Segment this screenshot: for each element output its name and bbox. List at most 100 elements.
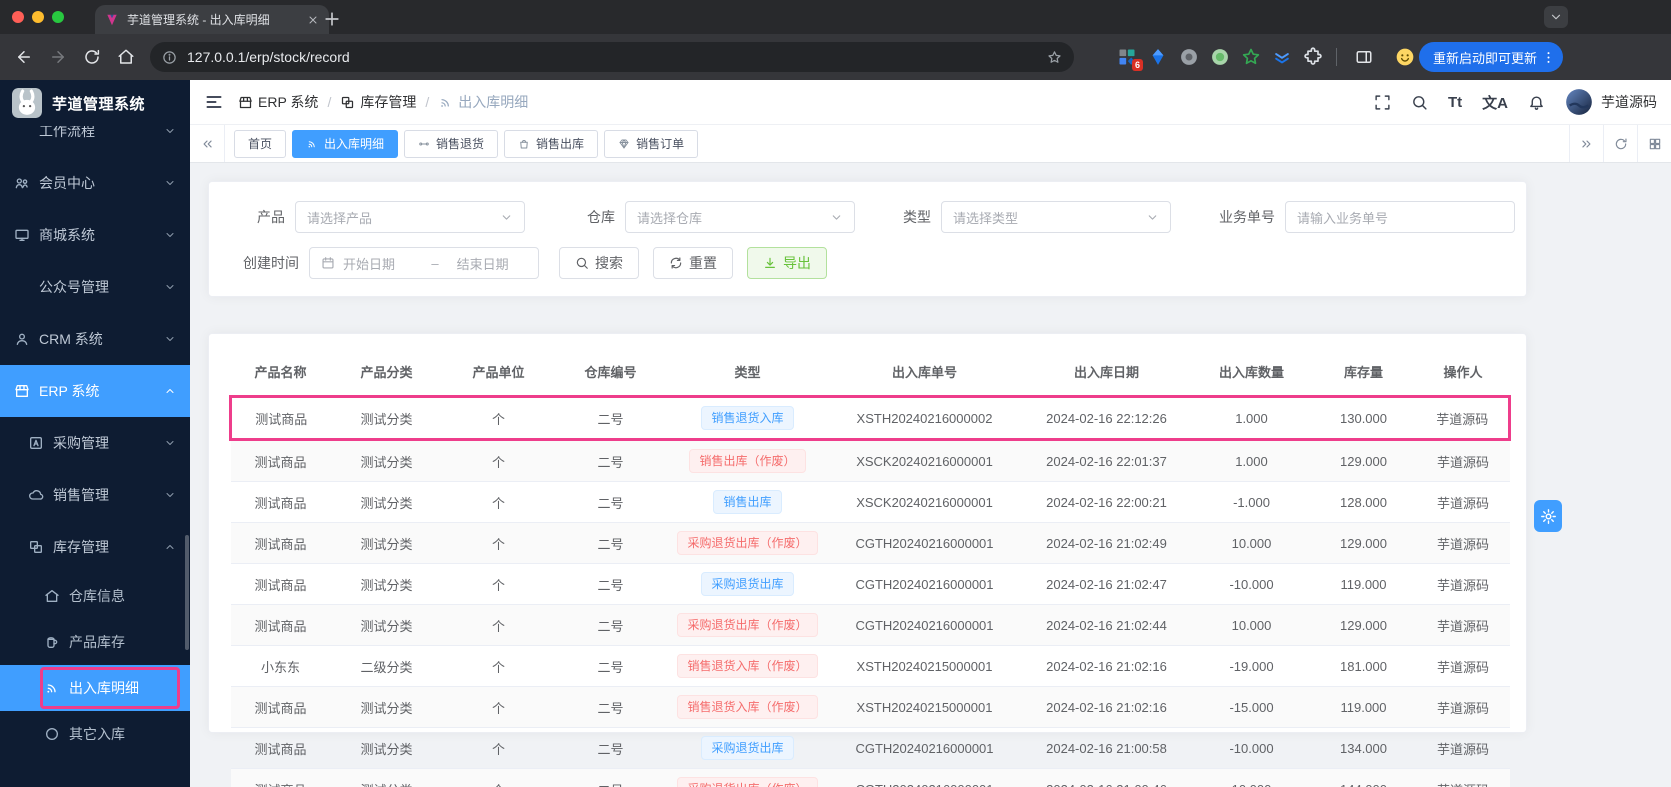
table-row[interactable]: 小东东 二级分类个二号 销售退货入库（作废） XSTH20240215000001 20… — [230, 645, 1510, 687]
sidebar-item-member-center[interactable]: 会员中心 — [0, 157, 190, 209]
breadcrumb-item-stock-record[interactable]: 出入库明细 — [438, 92, 528, 112]
reset-button[interactable]: 重置 — [653, 247, 733, 279]
cell-warehouse: 二号 — [554, 604, 667, 646]
back-button[interactable] — [10, 43, 38, 71]
sidebar-scrollbar[interactable] — [185, 535, 189, 650]
table-row[interactable]: 测试商品 测试分类个二号 采购退货出库 CGTH20240216000001 2024-… — [230, 727, 1510, 769]
sidebar-item-stock-record[interactable]: 出入库明细 — [0, 665, 190, 711]
tab-sale-order[interactable]: 销售订单 — [604, 129, 699, 158]
fullscreen-button[interactable] — [1374, 94, 1391, 111]
cell-operator: 芋道源码 — [1416, 727, 1510, 769]
product-select[interactable]: 请选择产品 — [295, 201, 525, 233]
profile-avatar[interactable] — [1395, 47, 1415, 67]
search-button[interactable]: 搜索 — [559, 247, 639, 279]
cell-unit: 个 — [442, 481, 555, 523]
table-row[interactable]: 测试商品 测试分类个二号 采购退货出库 CGTH20240216000001 2024-… — [230, 563, 1510, 605]
filter-buttons: 搜索 重置 导出 — [539, 247, 827, 279]
extension-blocks-icon[interactable]: 6 — [1117, 47, 1143, 71]
breadcrumb-item-erp-system[interactable]: ERP 系统 — [238, 92, 318, 112]
biz-no-input[interactable]: 请输入业务单号 — [1285, 201, 1515, 233]
sidebar-item-product-stock[interactable]: 产品库存 — [0, 619, 190, 665]
locale-button[interactable]: 文A — [1482, 92, 1508, 113]
sidebar-item-purchase-mgmt[interactable]: 采购管理 — [0, 417, 190, 469]
sidebar-item-warehouse-info[interactable]: 仓库信息 — [0, 573, 190, 619]
sidebar-item-official-account[interactable]: 公众号管理 — [0, 261, 190, 313]
filter-biz-no: 业务单号 请输入业务单号 — [1205, 201, 1515, 233]
breadcrumb-item-stock-mgmt[interactable]: 库存管理 — [340, 92, 416, 112]
tab-search-button[interactable] — [1544, 6, 1568, 28]
reload-button[interactable] — [78, 43, 106, 71]
window-zoom-button[interactable] — [52, 11, 64, 23]
extension-orb-icon[interactable] — [1179, 47, 1199, 67]
layout-grid-button[interactable] — [1637, 125, 1671, 162]
site-info-icon[interactable] — [162, 50, 177, 65]
extension-star-icon[interactable] — [1241, 47, 1261, 67]
refresh-page-button[interactable] — [1603, 125, 1637, 162]
table-row[interactable]: 测试商品 测试分类个二号 销售退货入库（作废） XSTH20240215000001 2… — [230, 686, 1510, 728]
collapse-menu-icon[interactable] — [204, 92, 224, 112]
tab-sale-out[interactable]: 销售出库 — [504, 129, 599, 158]
extension-chevrons-icon[interactable] — [1272, 47, 1292, 67]
tab-stock-record[interactable]: 出入库明细 — [292, 129, 399, 158]
warehouse-icon — [44, 588, 60, 604]
bookmark-star-icon[interactable] — [1047, 50, 1062, 65]
date-range-input[interactable]: 开始日期 – 结束日期 — [309, 247, 539, 279]
sidebar-item-erp-system[interactable]: ERP 系统 — [0, 365, 190, 417]
extension-green-icon[interactable] — [1210, 47, 1230, 67]
export-button[interactable]: 导出 — [747, 247, 827, 279]
reset-icon — [669, 256, 683, 270]
sidebar-item-mall-system[interactable]: 商城系统 — [0, 209, 190, 261]
new-tab-button[interactable] — [322, 9, 342, 29]
font-size-button[interactable]: Tt — [1448, 94, 1462, 111]
app-logo[interactable]: 芋道管理系统 — [0, 80, 190, 126]
window-controls — [12, 11, 64, 23]
tab-close-icon[interactable] — [307, 14, 319, 26]
cell-category: 测试分类 — [330, 395, 443, 441]
warehouse-select[interactable]: 请选择仓库 — [625, 201, 855, 233]
search-button[interactable] — [1411, 94, 1428, 111]
table-row[interactable]: 测试商品 测试分类个二号 销售退货入库 XSTH20240216000002 2024-… — [229, 395, 1511, 441]
theme-settings-button[interactable] — [1534, 500, 1562, 532]
filter-label: 类型 — [903, 209, 931, 225]
sidebar-item-other-in[interactable]: 其它入库 — [0, 711, 190, 757]
tab-sale-return[interactable]: 销售退货 — [404, 129, 499, 158]
column-header: 出入库日期 — [1020, 346, 1193, 397]
home-button[interactable] — [112, 43, 140, 71]
tab-label: 销售订单 — [636, 137, 685, 151]
filter-actions-row: 创建时间 开始日期 – 结束日期 搜索 重置 导出 — [229, 247, 1506, 279]
chevD-icon — [830, 211, 843, 224]
browser-menu-icon[interactable] — [1541, 50, 1556, 65]
avatar — [1565, 88, 1593, 116]
window-minimize-button[interactable] — [32, 11, 44, 23]
table-row[interactable]: 测试商品测试分类个二号采购退货出库（作废） CGTH202402160000012… — [230, 522, 1510, 564]
type-select[interactable]: 请选择类型 — [941, 201, 1171, 233]
sidebar-item-label: 仓库信息 — [69, 588, 125, 604]
notifications-button[interactable] — [1528, 94, 1545, 111]
cell-product: 测试商品 — [230, 604, 331, 646]
breadcrumb-label: 出入库明细 — [458, 94, 529, 110]
table-row[interactable]: 测试商品测试分类个二号采购退货出库（作废） CGTH202402160000012… — [230, 604, 1510, 646]
table-row[interactable]: 测试商品测试分类个二号采购退货出库（作废） CGTH202402160000012… — [230, 768, 1510, 787]
user-menu[interactable]: 芋道源码 — [1565, 88, 1657, 116]
toolbar-divider — [1335, 48, 1337, 66]
browser-tab[interactable]: 芋道管理系统 - 出入库明细 — [95, 5, 329, 34]
tab-home[interactable]: 首页 — [234, 129, 287, 158]
relaunch-update-button[interactable]: 重新启动即可更新 — [1418, 42, 1563, 72]
side-panel-button[interactable] — [1350, 43, 1378, 71]
breadcrumb-separator: / — [327, 94, 332, 110]
tabs-scroll-right-button[interactable] — [1569, 125, 1603, 162]
table-row[interactable]: 测试商品 测试分类个二号 销售出库（作废） XSCK20240216000001 202… — [230, 439, 1510, 482]
extension-puzzle-icon[interactable] — [1303, 47, 1323, 67]
extension-pin-icon[interactable] — [1148, 47, 1168, 67]
table-row[interactable]: 测试商品 测试分类个二号 销售出库 XSCK20240216000001 2024-02… — [230, 481, 1510, 523]
address-bar[interactable]: 127.0.0.1/erp/stock/record — [150, 42, 1074, 72]
cell-warehouse: 二号 — [554, 522, 667, 564]
sidebar-item-sale-mgmt[interactable]: 销售管理 — [0, 469, 190, 521]
window-close-button[interactable] — [12, 11, 24, 23]
sidebar-item-crm-system[interactable]: CRM 系统 — [0, 313, 190, 365]
cell-operator: 芋道源码 — [1416, 604, 1510, 646]
header-tools: Tt 文A 芋道源码 — [1374, 88, 1657, 116]
tabs-scroll-left-button[interactable] — [190, 125, 225, 162]
forward-button[interactable] — [44, 43, 72, 71]
sidebar-item-stock-mgmt[interactable]: 库存管理 — [0, 521, 190, 573]
